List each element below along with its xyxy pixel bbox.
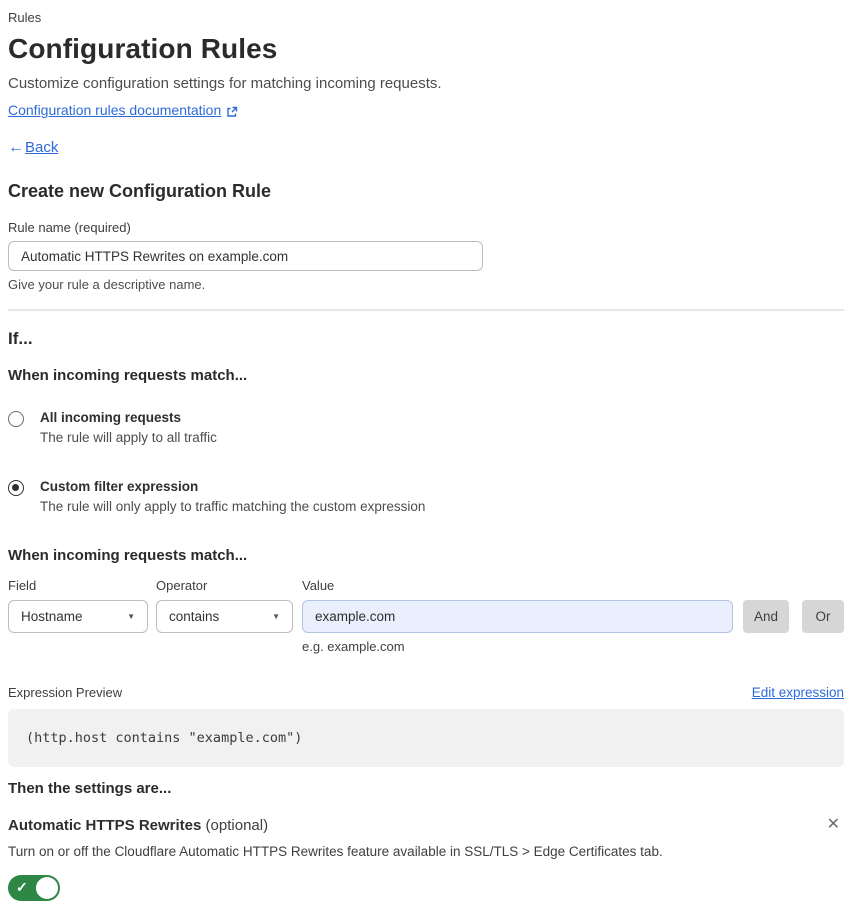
page-title: Configuration Rules (8, 33, 278, 64)
documentation-link[interactable]: Configuration rules documentation (8, 102, 221, 119)
then-heading: Then the settings are... (8, 780, 172, 797)
expression-builder-row: Field Hostname ▼ Operator contains ▼ Val… (8, 579, 844, 633)
rule-name-label: Rule name (required) (8, 220, 131, 235)
check-icon: ✓ (16, 879, 28, 895)
close-icon[interactable]: ✕ (823, 817, 844, 833)
builder-heading: When incoming requests match... (8, 547, 248, 564)
chevron-down-icon: ▼ (272, 612, 280, 621)
breadcrumb[interactable]: Rules (8, 10, 844, 26)
operator-select-value: contains (169, 609, 220, 624)
radio-custom-filter-label: Custom filter expression (40, 479, 199, 494)
expression-preview-label: Expression Preview (8, 685, 123, 700)
setting-header-row: Automatic HTTPS Rewrites (optional) ✕ (8, 817, 844, 835)
setting-description: Turn on or off the Cloudflare Automatic … (8, 844, 663, 859)
if-heading: If... (8, 329, 33, 348)
radio-custom-filter-description: The rule will only apply to traffic matc… (40, 499, 426, 514)
operator-select[interactable]: contains ▼ (156, 600, 293, 633)
value-hint: e.g. example.com (302, 639, 405, 654)
expression-preview-row: Expression Preview Edit expression (8, 685, 844, 700)
expression-preview-code: (http.host contains "example.com") (8, 709, 844, 767)
rule-name-input[interactable] (8, 241, 483, 271)
radio-all-incoming-description: The rule will apply to all traffic (40, 430, 217, 445)
chevron-down-icon: ▼ (127, 612, 135, 621)
page-subtitle: Customize configuration settings for mat… (8, 75, 442, 92)
configuration-rules-page: Rules Configuration Rules Customize conf… (0, 0, 852, 911)
radio-option-all-incoming: All incoming requests The rule will appl… (8, 410, 844, 445)
radio-option-custom-filter: Custom filter expression The rule will o… (8, 479, 844, 514)
or-button[interactable]: Or (802, 600, 844, 633)
setting-title: Automatic HTTPS Rewrites (optional) (8, 817, 268, 834)
setting-optional-label: (optional) (205, 817, 269, 834)
back-link[interactable]: Back (25, 139, 58, 156)
external-link-icon (226, 105, 238, 117)
setting-toggle[interactable]: ✓ (8, 875, 60, 901)
radio-custom-filter[interactable] (8, 480, 24, 496)
radio-all-incoming-label: All incoming requests (40, 410, 182, 425)
radio-all-incoming[interactable] (8, 411, 24, 427)
back-row: ← Back (8, 139, 844, 156)
section-divider (8, 309, 844, 311)
value-label: Value (302, 578, 335, 593)
and-button[interactable]: And (743, 600, 789, 633)
field-label: Field (8, 578, 37, 593)
edit-expression-link[interactable]: Edit expression (752, 685, 844, 700)
field-select-value: Hostname (21, 609, 83, 624)
match-heading: When incoming requests match... (8, 367, 248, 384)
field-select[interactable]: Hostname ▼ (8, 600, 148, 633)
value-input[interactable] (302, 600, 733, 633)
back-arrow-icon: ← (8, 139, 24, 156)
toggle-knob (36, 877, 58, 899)
form-heading: Create new Configuration Rule (8, 181, 272, 201)
rule-name-help: Give your rule a descriptive name. (8, 277, 206, 292)
operator-label: Operator (156, 578, 208, 593)
setting-name: Automatic HTTPS Rewrites (8, 817, 202, 834)
